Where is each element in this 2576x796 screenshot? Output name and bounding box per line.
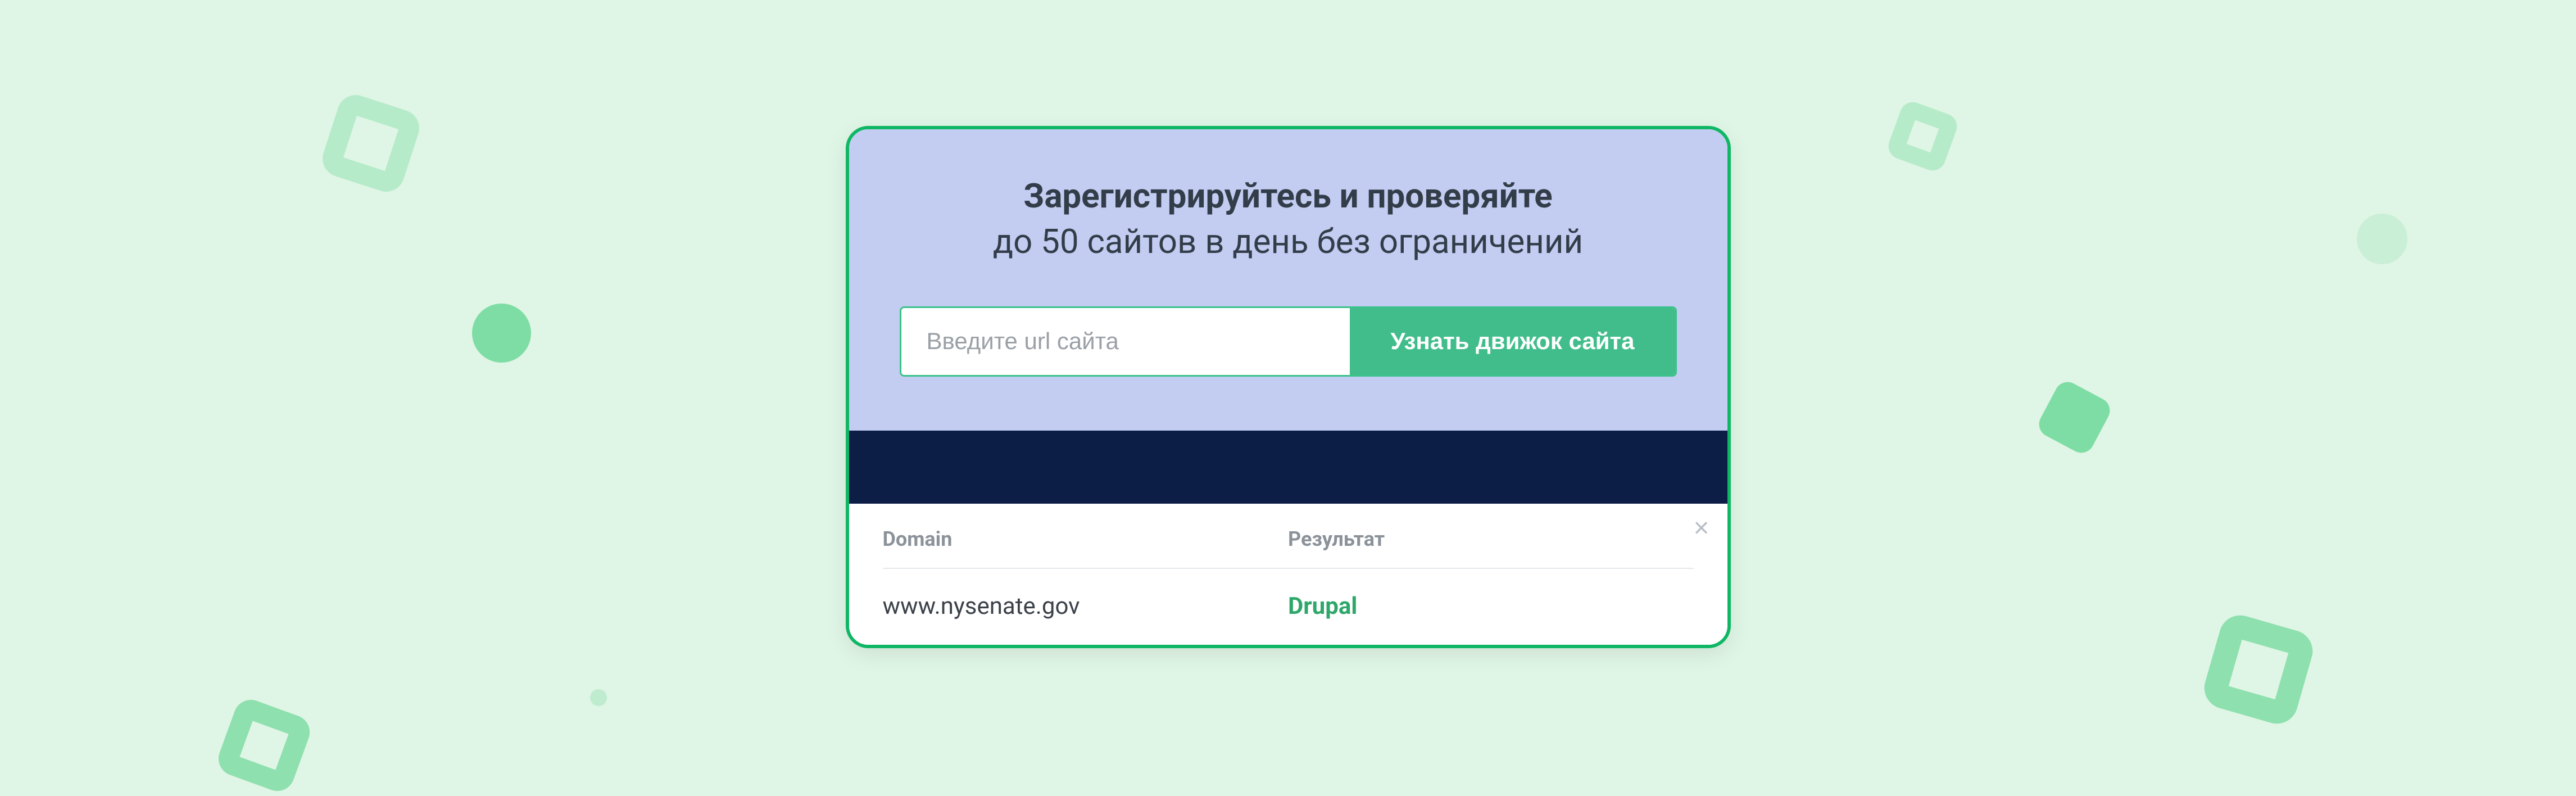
decoration-square-solid [2034,377,2114,457]
heading: Зарегистрируйтесь и проверяйте до 50 сай… [900,173,1677,264]
close-icon[interactable]: × [1693,515,1709,542]
card-header-area: Зарегистрируйтесь и проверяйте до 50 сай… [849,129,1727,431]
decoration-square-outline [214,695,314,795]
decoration-circle [2357,214,2407,264]
decoration-square-outline [2199,610,2318,729]
column-header-result: Результат [1288,527,1694,551]
column-header-domain: Domain [883,527,1289,551]
divider-band [849,431,1727,504]
decoration-circle [472,304,531,363]
cms-detector-card: Зарегистрируйтесь и проверяйте до 50 сай… [846,126,1731,648]
results-panel: × Domain Результат www.nysenate.gov Drup… [849,504,1727,645]
heading-line-2: до 50 сайтов в день без ограничений [993,221,1583,261]
decoration-square-outline [1885,98,1961,174]
results-header-row: Domain Результат [883,504,1694,569]
result-row: www.nysenate.gov Drupal [883,569,1694,625]
result-engine: Drupal [1288,593,1694,620]
decoration-square-outline [318,90,424,196]
url-input-group: Узнать движок сайта [900,306,1677,377]
url-input[interactable] [901,308,1350,375]
decoration-circle [590,689,607,706]
detect-engine-button[interactable]: Узнать движок сайта [1350,308,1675,375]
heading-line-1: Зарегистрируйтесь и проверяйте [900,173,1677,219]
result-domain: www.nysenate.gov [883,593,1289,620]
